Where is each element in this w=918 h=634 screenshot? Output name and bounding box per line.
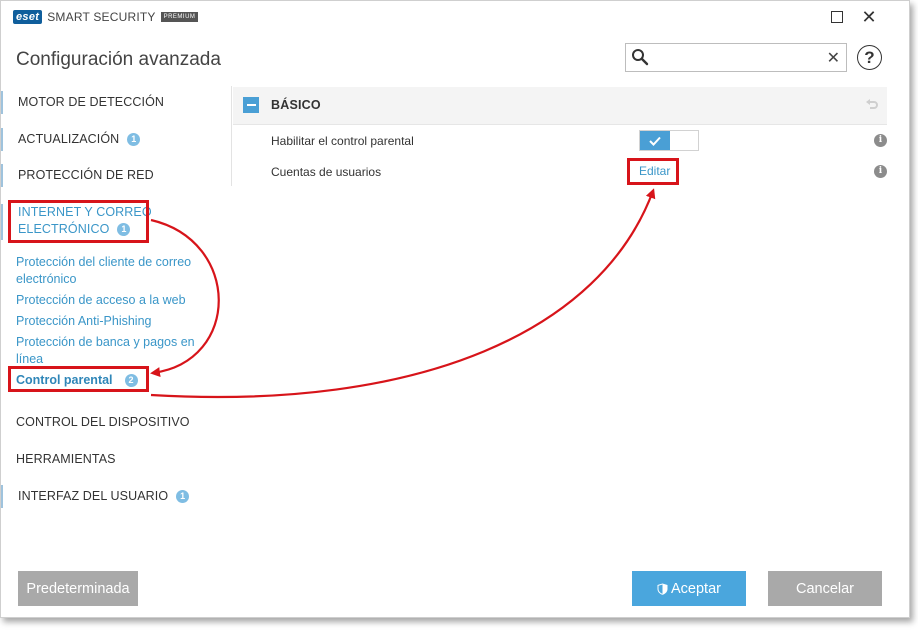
page-title: Configuración avanzada [16,49,221,70]
sidebar-item-user-interface[interactable]: INTERFAZ DEL USUARIO 1 [1,485,227,508]
product-name: SMART SECURITY [47,9,156,24]
close-icon: ✕ [861,6,877,27]
sub-item-anti-phishing[interactable]: Protección Anti-Phishing [16,313,216,330]
sub-item-web-access-protection[interactable]: Protección de acceso a la web [16,292,216,309]
sidebar-item-internet-email[interactable]: INTERNET Y CORREO ELECTRÓNICO 1 [1,204,227,240]
notification-badge: 1 [176,490,190,503]
title-bar: eset SMART SECURITY PREMIUM ✕ [1,1,909,33]
edit-user-accounts-link[interactable]: Editar [639,164,670,178]
clear-search-icon[interactable]: ✕ [827,48,840,68]
sidebar-item-label: HERRAMIENTAS [16,452,116,466]
notification-badge: 1 [127,133,141,146]
section-header-basic[interactable]: BÁSICO [233,87,887,125]
sub-item-parental-control[interactable]: Control parental 2 [16,372,216,389]
setting-label-user-accounts: Cuentas de usuarios [271,165,382,179]
search-box[interactable]: ✕ [625,43,847,72]
sidebar-divider [231,86,232,186]
parental-control-toggle[interactable] [639,130,699,151]
notification-badge: 2 [124,374,138,387]
help-button[interactable]: ? [857,45,882,70]
search-icon [632,49,649,66]
sidebar-item-label: ACTUALIZACIÓN [18,132,120,146]
setting-label-enable-parental-control: Habilitar el control parental [271,134,414,148]
shield-icon [657,583,668,595]
sidebar-item-network-protection[interactable]: PROTECCIÓN DE RED [1,164,227,187]
sub-item-label-2: línea [16,352,44,366]
sidebar-item-device-control[interactable]: CONTROL DEL DISPOSITIVO [1,411,227,434]
sidebar-item-label: CONTROL DEL DISPOSITIVO [16,415,190,429]
eset-logo: eset [13,9,43,24]
sub-item-label-2: electrónico [16,272,77,286]
notification-badge: 1 [117,223,131,236]
maximize-icon [831,11,843,23]
edition-badge: PREMIUM [160,11,199,22]
ok-button[interactable]: Aceptar [632,571,746,606]
info-icon[interactable]: i [874,165,887,178]
sub-item-email-client-protection[interactable]: Protección del cliente de correo electró… [16,254,216,288]
sidebar-item-label: PROTECCIÓN DE RED [18,168,154,182]
ok-button-label: Aceptar [671,580,721,597]
sidebar-item-tools[interactable]: HERRAMIENTAS [1,448,227,471]
app-logo: eset SMART SECURITY PREMIUM [13,9,199,24]
sub-item-label: Control parental [16,373,113,387]
toggle-on-indicator [640,131,670,150]
close-button[interactable]: ✕ [855,5,883,29]
advanced-setup-window: eset SMART SECURITY PREMIUM ✕ Configurac… [0,0,910,618]
sidebar-item-detection-engine[interactable]: MOTOR DE DETECCIÓN [1,91,227,114]
sub-item-label: Protección del cliente de correo [16,255,192,269]
sub-item-banking-payment-protection[interactable]: Protección de banca y pagos en línea [16,334,216,368]
sidebar-item-label-2: ELECTRÓNICO [18,222,110,236]
revert-icon[interactable] [865,97,879,111]
sidebar-item-label: MOTOR DE DETECCIÓN [18,95,165,109]
section-title: BÁSICO [271,98,321,112]
sidebar-item-label: INTERFAZ DEL USUARIO [18,489,169,503]
sidebar-item-update[interactable]: ACTUALIZACIÓN 1 [1,128,227,151]
collapse-icon[interactable] [243,97,259,113]
maximize-button[interactable] [823,5,851,29]
cancel-button[interactable]: Cancelar [768,571,882,606]
sidebar-item-label: INTERNET Y CORREO [18,205,152,219]
info-icon[interactable]: i [874,134,887,147]
check-icon [649,136,661,146]
default-button[interactable]: Predeterminada [18,571,138,606]
sub-item-label: Protección de banca y pagos en [16,335,195,349]
